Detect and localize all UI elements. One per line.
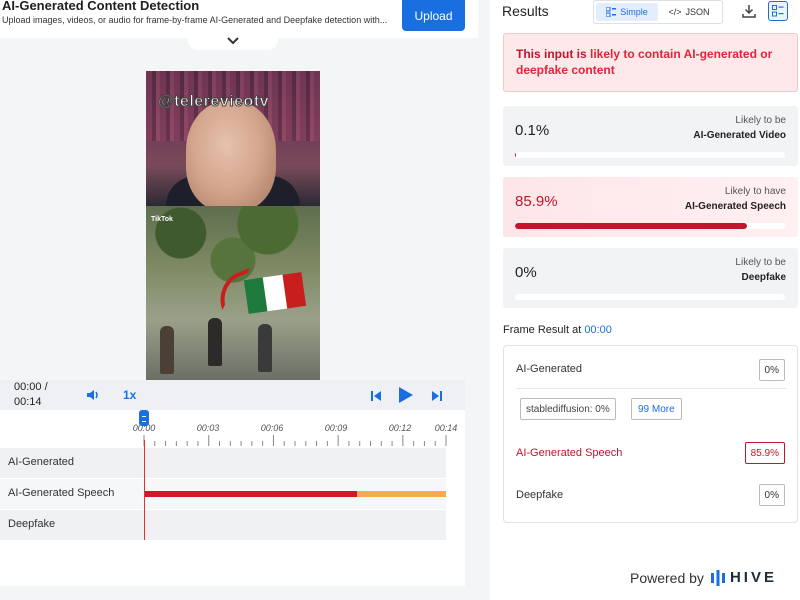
score-caption: Likely to have bbox=[724, 186, 786, 197]
video-frame-top: @telerevieotv bbox=[146, 71, 320, 216]
tick-label: 00:09 bbox=[324, 423, 348, 433]
frame-deepfake-label: Deepfake bbox=[516, 489, 564, 501]
total-time: 00:14 bbox=[14, 396, 42, 408]
powered-by-label: Powered by bbox=[630, 569, 704, 586]
page-title: AI-Generated Content Detection bbox=[2, 0, 200, 13]
track-label: AI-Generated bbox=[8, 456, 75, 468]
score-class: AI-Generated Speech bbox=[684, 201, 786, 212]
track-ai-generated[interactable]: AI-Generated bbox=[0, 448, 446, 478]
track-deepfake[interactable]: Deepfake bbox=[0, 510, 446, 540]
results-title: Results bbox=[502, 3, 549, 19]
frame-speech-label: AI-Generated Speech bbox=[516, 447, 623, 459]
timeline-ruler[interactable]: 00:00 00:03 00:06 00:09 00:12 00:14 bbox=[0, 410, 465, 450]
hive-logo: HIVE bbox=[710, 569, 777, 586]
score-card-ai-video: 0.1% Likely to be AI-Generated Video bbox=[503, 106, 798, 166]
frame-speech-value: 85.9% bbox=[744, 442, 785, 464]
skip-back-icon bbox=[371, 391, 381, 401]
tick-label: 00:03 bbox=[196, 423, 220, 433]
upload-button[interactable]: Upload bbox=[402, 0, 465, 31]
tiktok-logo: TikTok bbox=[151, 216, 173, 223]
score-bar-fill bbox=[515, 223, 747, 229]
score-bar bbox=[515, 294, 785, 300]
track-label: Deepfake bbox=[8, 518, 56, 530]
next-frame-button[interactable] bbox=[431, 389, 443, 407]
frame-deepfake-value: 0% bbox=[758, 484, 785, 506]
collapse-header-toggle[interactable] bbox=[188, 32, 278, 50]
score-card-deepfake: 0% Likely to be Deepfake bbox=[503, 248, 798, 308]
frame-result-heading: Frame Result at 00:00 bbox=[503, 324, 612, 336]
layout-icon bbox=[772, 5, 784, 17]
score-bar bbox=[515, 223, 785, 229]
volume-icon bbox=[87, 390, 98, 400]
video-frame-bottom: TikTok bbox=[146, 206, 320, 380]
tick-label: 00:12 bbox=[388, 423, 412, 433]
playback-speed-button[interactable]: 1x bbox=[123, 388, 136, 402]
score-card-ai-speech: 85.9% Likely to have AI-Generated Speech bbox=[503, 177, 798, 237]
hive-wordmark: HIVE bbox=[729, 569, 777, 586]
score-caption: Likely to be bbox=[735, 257, 786, 268]
video-preview[interactable]: @telerevieotv TikTok bbox=[146, 71, 320, 380]
score-caption: Likely to be bbox=[735, 115, 786, 126]
previous-frame-button[interactable] bbox=[370, 389, 382, 407]
playhead-handle[interactable] bbox=[139, 410, 149, 426]
score-class: AI-Generated Video bbox=[693, 130, 786, 141]
playhead-line bbox=[144, 440, 145, 540]
score-class: Deepfake bbox=[741, 272, 786, 283]
play-button[interactable] bbox=[398, 386, 414, 409]
download-button[interactable] bbox=[742, 4, 756, 23]
download-icon bbox=[742, 5, 756, 18]
code-icon: </> bbox=[668, 7, 682, 17]
frame-result-label: Frame Result at bbox=[503, 324, 585, 336]
speech-detection-bar-medium[interactable] bbox=[357, 491, 446, 497]
frame-result-time[interactable]: 00:00 bbox=[584, 324, 612, 336]
video-watermark: @telerevieotv bbox=[157, 93, 270, 111]
tick-label: 00:06 bbox=[260, 423, 284, 433]
more-models-button[interactable]: 99 More bbox=[631, 398, 682, 420]
detection-alert: This input is likely to contain AI-gener… bbox=[503, 33, 798, 92]
view-simple-button[interactable]: Simple bbox=[596, 3, 658, 21]
view-mode-toggle: Simple </> JSON bbox=[593, 0, 723, 24]
view-json-label: JSON bbox=[685, 7, 710, 17]
divider bbox=[516, 388, 786, 389]
play-icon bbox=[399, 387, 413, 403]
speech-detection-bar-high[interactable] bbox=[145, 491, 357, 497]
results-panel: Results Simple </> JSON This input is li… bbox=[490, 0, 800, 600]
left-pane: AI-Generated Content Detection Upload im… bbox=[0, 0, 490, 600]
frame-result-box: AI-Generated 0% stablediffusion: 0% 99 M… bbox=[503, 345, 798, 523]
chevron-down-icon bbox=[227, 37, 239, 45]
view-json-button[interactable]: </> JSON bbox=[658, 3, 720, 21]
alert-prefix: This input is bbox=[516, 47, 590, 61]
view-simple-label: Simple bbox=[620, 7, 648, 17]
model-score-chip: stablediffusion: 0% bbox=[520, 398, 616, 420]
layout-settings-button[interactable] bbox=[768, 1, 788, 21]
frame-ai-generated-value: 0% bbox=[758, 359, 785, 381]
score-value: 0% bbox=[515, 264, 537, 281]
tick-label: 00:14 bbox=[434, 423, 458, 433]
track-label: AI-Generated Speech bbox=[8, 487, 115, 499]
skip-forward-icon bbox=[432, 391, 442, 401]
frame-ai-generated-label: AI-Generated bbox=[516, 363, 583, 375]
volume-button[interactable] bbox=[86, 388, 100, 407]
page-subtitle: Upload images, videos, or audio for fram… bbox=[2, 15, 388, 25]
time-readout: 00:00 / 00:14 bbox=[14, 380, 48, 410]
list-icon bbox=[606, 7, 617, 17]
score-bar bbox=[515, 152, 785, 158]
score-value: 85.9% bbox=[515, 193, 558, 210]
hive-mark-icon bbox=[710, 569, 725, 586]
score-value: 0.1% bbox=[515, 122, 550, 139]
current-time: 00:00 / bbox=[14, 381, 48, 393]
player-controls: 00:00 / 00:14 1x bbox=[0, 380, 465, 410]
powered-by: Powered by HIVE bbox=[630, 569, 777, 586]
